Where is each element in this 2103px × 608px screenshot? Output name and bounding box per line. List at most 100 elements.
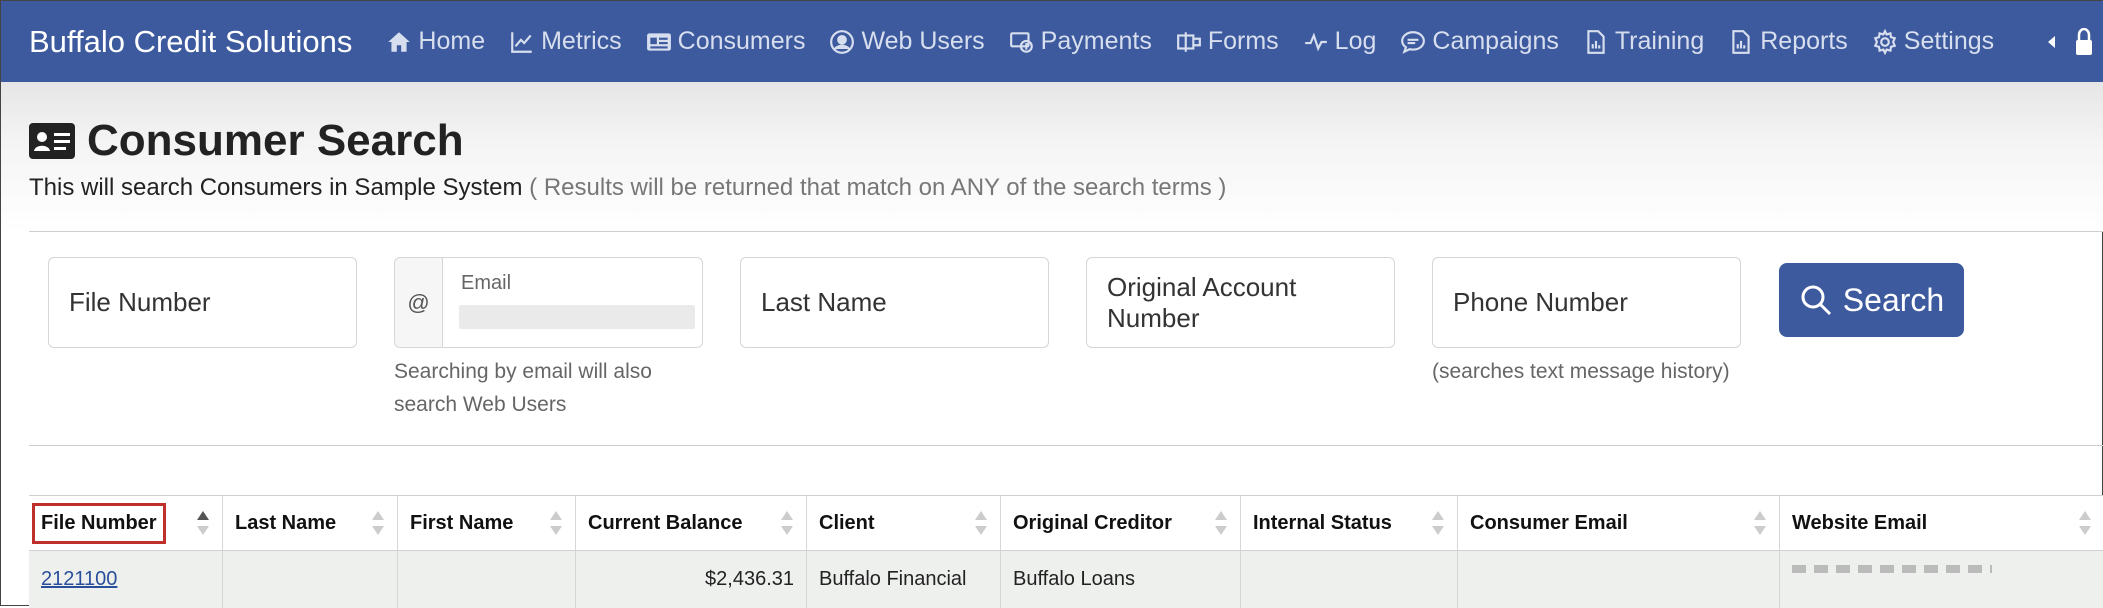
- column-header-label: First Name: [410, 512, 514, 534]
- nav-item-web-users[interactable]: Web Users: [829, 27, 985, 56]
- subtitle-text: This will search Consumers in Sample Sys…: [29, 174, 523, 201]
- pulse-icon: [1304, 31, 1327, 51]
- column-header-website-email[interactable]: Website Email: [1780, 496, 2103, 551]
- cell-client: Buffalo Financial: [807, 551, 1001, 608]
- file-number-input[interactable]: File Number: [48, 257, 357, 348]
- nav-item-forms[interactable]: Forms: [1176, 27, 1279, 56]
- home-icon: [388, 31, 411, 52]
- search-icon: [1801, 285, 1831, 316]
- cell-first-name: [398, 551, 576, 608]
- sort-icon[interactable]: [2078, 510, 2092, 536]
- sort-icon[interactable]: [974, 510, 988, 536]
- line-chart-icon: [511, 31, 532, 53]
- nav-item-training[interactable]: Training: [1583, 27, 1704, 56]
- sort-icon[interactable]: [549, 510, 563, 536]
- nav-item-consumers[interactable]: Consumers: [646, 27, 805, 56]
- cell-original-creditor: Buffalo Loans: [1001, 551, 1241, 608]
- id-card-icon: [29, 123, 75, 159]
- column-header-label: Website Email: [1792, 512, 1928, 534]
- nav-item-label: Forms: [1207, 27, 1279, 55]
- user-circle-icon: [830, 29, 855, 54]
- nav-item-reports[interactable]: Reports: [1728, 27, 1848, 56]
- report-file-icon: [1587, 29, 1605, 54]
- brand-name[interactable]: Buffalo Credit Solutions: [29, 24, 352, 60]
- payment-icon: [1009, 31, 1033, 53]
- file-number-link[interactable]: 2121100: [41, 568, 117, 591]
- email-input-group[interactable]: @ Email: [394, 257, 703, 348]
- sort-icon[interactable]: [371, 510, 385, 536]
- file-number-placeholder: File Number: [69, 287, 211, 317]
- email-at-addon: @: [395, 258, 443, 347]
- caret-left-icon[interactable]: [2046, 34, 2056, 50]
- cell-website-email: [1780, 551, 2103, 608]
- cell-consumer-email: [1458, 551, 1780, 608]
- nav-item-label: Training: [1614, 27, 1705, 55]
- nav-item-home[interactable]: Home: [386, 27, 485, 56]
- column-header-label: Internal Status: [1253, 512, 1392, 534]
- column-header-label: Client: [819, 512, 875, 534]
- nav-item-settings[interactable]: Settings: [1872, 27, 1994, 56]
- email-help-text: Searching by email will also search Web …: [394, 355, 652, 421]
- sort-icon[interactable]: [1753, 510, 1767, 536]
- nav-item-label: Metrics: [541, 27, 622, 55]
- column-header-label: Consumer Email: [1470, 512, 1628, 534]
- report-file-icon: [1732, 29, 1750, 54]
- search-button-label: Search: [1842, 281, 1945, 318]
- column-header-original-creditor[interactable]: Original Creditor: [1001, 496, 1241, 551]
- email-help-line1: Searching by email will also: [394, 360, 652, 383]
- website-email-redacted: [1792, 564, 1992, 573]
- phone-placeholder: Phone Number: [1453, 287, 1628, 317]
- sort-icon[interactable]: [1431, 510, 1445, 536]
- top-navbar: Buffalo Credit Solutions Home Metrics Co…: [1, 1, 2103, 82]
- column-header-last-name[interactable]: Last Name: [223, 496, 398, 551]
- last-name-input[interactable]: Last Name: [740, 257, 1049, 348]
- page-subtitle: This will search Consumers in Sample Sys…: [29, 174, 1226, 202]
- nav-item-label: Log: [1334, 27, 1377, 55]
- nav-item-log[interactable]: Log: [1303, 27, 1377, 56]
- nav-item-label: Campaigns: [1432, 27, 1559, 55]
- gear-icon: [1873, 28, 1897, 55]
- subtitle-note: ( Results will be returned that match on…: [529, 174, 1227, 201]
- column-header-label: Original Creditor: [1013, 512, 1172, 534]
- nav-item-payments[interactable]: Payments: [1009, 27, 1152, 56]
- table-header-row: File Number Last Name First Name Current…: [29, 496, 2103, 551]
- original-account-number-input[interactable]: Original Account Number: [1086, 257, 1395, 348]
- phone-number-input[interactable]: Phone Number: [1432, 257, 1741, 348]
- email-value-redacted: [459, 305, 695, 329]
- email-field[interactable]: Email: [443, 258, 702, 347]
- cell-last-name: [223, 551, 398, 608]
- phone-help-text: (searches text message history): [1432, 360, 1730, 383]
- nav-items: Home Metrics Consumers Web Users Payment…: [386, 27, 2018, 56]
- id-card-icon: [646, 32, 671, 51]
- cell-current-balance: $2,436.31: [576, 551, 807, 608]
- cell-file-number: 2121100: [29, 551, 223, 608]
- chat-icon: [1401, 30, 1426, 54]
- nav-item-label: Payments: [1040, 27, 1152, 55]
- nav-item-label: Settings: [1903, 27, 1995, 55]
- page-title-text: Consumer Search: [87, 116, 464, 165]
- column-header-current-balance[interactable]: Current Balance: [576, 496, 807, 551]
- column-header-label: File Number: [32, 503, 166, 544]
- column-header-internal-status[interactable]: Internal Status: [1241, 496, 1458, 551]
- original-account-placeholder: Original Account Number: [1107, 271, 1297, 333]
- column-header-client[interactable]: Client: [807, 496, 1001, 551]
- nav-item-label: Home: [418, 27, 486, 55]
- page-header: Consumer Search This will search Consume…: [1, 82, 2103, 232]
- column-header-consumer-email[interactable]: Consumer Email: [1458, 496, 1780, 551]
- lock-icon[interactable]: [2074, 27, 2094, 56]
- nav-right-controls: [2046, 1, 2094, 82]
- divider: [29, 445, 2103, 446]
- page-title: Consumer Search: [29, 116, 464, 166]
- column-header-file-number[interactable]: File Number: [29, 496, 223, 551]
- nav-item-metrics[interactable]: Metrics: [509, 27, 622, 56]
- sort-icon[interactable]: [1214, 510, 1228, 536]
- divider: [29, 231, 2103, 232]
- search-button[interactable]: Search: [1779, 263, 1964, 337]
- sort-asc-icon[interactable]: [196, 510, 210, 536]
- nav-item-label: Reports: [1760, 27, 1848, 55]
- column-header-first-name[interactable]: First Name: [398, 496, 576, 551]
- nav-item-label: Web Users: [861, 27, 985, 55]
- nav-item-campaigns[interactable]: Campaigns: [1400, 27, 1559, 56]
- forms-icon: [1176, 31, 1201, 52]
- sort-icon[interactable]: [780, 510, 794, 536]
